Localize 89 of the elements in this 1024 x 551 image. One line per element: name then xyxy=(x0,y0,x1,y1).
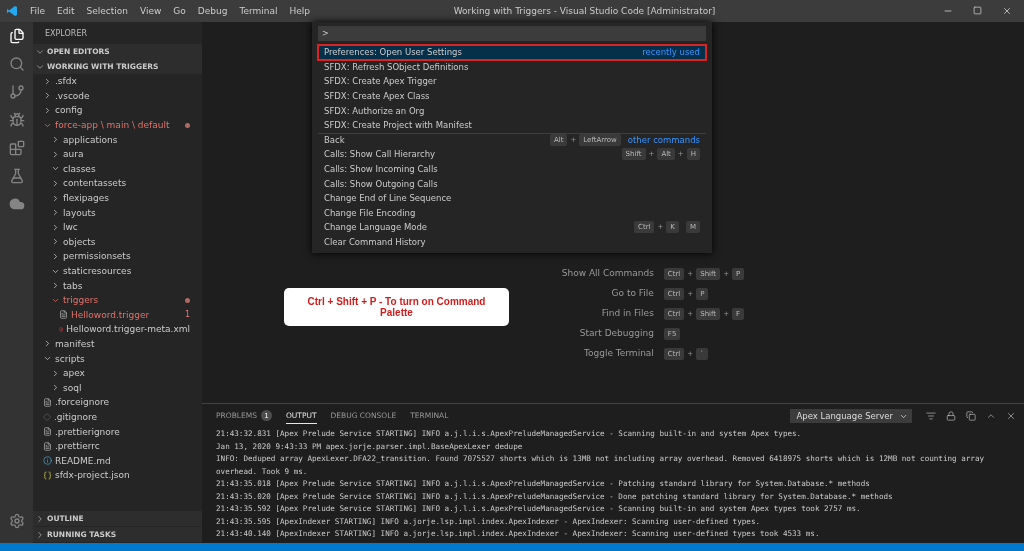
explorer-entry[interactable]: .prettierrc xyxy=(33,438,202,454)
explorer-folder[interactable]: objects xyxy=(33,234,202,250)
explorer-folder[interactable]: triggers xyxy=(33,292,202,308)
file-lines-icon xyxy=(59,310,68,320)
menu-item[interactable]: Edit xyxy=(51,6,81,16)
restore-icon[interactable] xyxy=(973,6,982,15)
command-item[interactable]: Clear Command History xyxy=(318,234,706,250)
settings-icon[interactable] xyxy=(8,513,25,529)
explorer-folder[interactable]: aura xyxy=(33,146,202,162)
menu-item[interactable]: Help xyxy=(283,6,316,16)
explorer-folder[interactable]: apex xyxy=(33,365,202,381)
menu-item[interactable]: View xyxy=(134,6,168,16)
explorer-folder[interactable]: lwc xyxy=(33,219,202,235)
explorer-entry[interactable]: README.md xyxy=(33,453,202,469)
explorer-entry[interactable]: .prettierignore xyxy=(33,424,202,439)
explorer-folder[interactable]: layouts xyxy=(33,205,202,220)
flask-icon[interactable] xyxy=(8,168,25,184)
modified-dot xyxy=(185,122,190,128)
explorer-entry[interactable]: .forceignore xyxy=(33,395,202,410)
list-icon[interactable] xyxy=(926,411,936,421)
command-item[interactable]: SFDX: Create Apex Class xyxy=(318,88,706,104)
shortcut-label: Find in Files xyxy=(600,308,654,320)
command-item[interactable]: SFDX: Authorize an Org xyxy=(318,103,706,118)
explorer-folder[interactable]: flexipages xyxy=(33,190,202,206)
explorer-folder[interactable]: contentassets xyxy=(33,176,202,191)
explorer-folder[interactable]: force-app \ main \ default xyxy=(33,117,202,133)
window-title: Working with Triggers - Visual Studio Code [Administrator] xyxy=(452,6,717,16)
bug-icon[interactable] xyxy=(8,112,25,128)
callout-note: Ctrl + Shift + P - To turn on Command Palette xyxy=(284,288,509,326)
explorer-folder[interactable]: .sfdx xyxy=(33,74,202,89)
branch-icon[interactable] xyxy=(8,84,25,100)
braces-icon xyxy=(43,470,52,480)
explorer-folder[interactable]: staticresources xyxy=(33,263,202,279)
explorer-folder[interactable]: scripts xyxy=(33,351,202,366)
problem-count: 1 xyxy=(184,310,190,320)
files-icon[interactable] xyxy=(8,28,25,44)
chevron-right-icon xyxy=(51,281,60,291)
command-item[interactable]: Calls: Show Outgoing Calls xyxy=(318,176,706,191)
command-item[interactable]: Change End of Line Sequence xyxy=(318,190,706,206)
command-item[interactable]: SFDX: Refresh SObject Definitions xyxy=(318,59,706,75)
channel-select[interactable]: Apex Language Server xyxy=(790,409,912,423)
explorer-folder[interactable]: .vscode xyxy=(33,88,202,104)
close-icon[interactable] xyxy=(1002,6,1012,16)
explorer-folder[interactable]: soql xyxy=(33,380,202,396)
menu-item[interactable]: Selection xyxy=(80,6,134,16)
menu-item[interactable]: Terminal xyxy=(233,6,284,16)
info-icon xyxy=(43,456,52,466)
sidebar-title: EXPLORER xyxy=(44,27,88,40)
chevron-right-icon xyxy=(35,513,45,524)
command-item[interactable]: Calls: Show Incoming Calls xyxy=(318,161,706,177)
explorer-entry[interactable]: Helloword.trigger 1 xyxy=(33,307,202,323)
explorer-folder[interactable]: manifest xyxy=(33,336,202,352)
modified-dot xyxy=(185,297,190,303)
search-icon[interactable] xyxy=(8,56,25,72)
explorer-folder[interactable]: permissionsets xyxy=(33,249,202,264)
explorer-folder[interactable]: classes xyxy=(33,161,202,177)
explorer-entry[interactable]: Helloword.trigger-meta.xml xyxy=(33,322,202,337)
command-input[interactable]: > xyxy=(318,26,706,41)
chevron-right-icon xyxy=(35,529,45,540)
explorer-folder[interactable]: tabs xyxy=(33,278,202,293)
cloud-icon[interactable] xyxy=(8,196,25,212)
command-item[interactable]: Preferences: Open User Settings recently used xyxy=(318,45,706,60)
lock-icon[interactable] xyxy=(946,411,956,421)
explorer-folder[interactable]: config xyxy=(33,103,202,118)
code-file-icon xyxy=(59,324,64,334)
command-hint: recently used xyxy=(642,47,700,58)
explorer-entry[interactable]: sfdx-project.json xyxy=(33,468,202,483)
command-item[interactable]: SFDX: Create Apex Trigger xyxy=(318,74,706,89)
extensions-icon[interactable] xyxy=(8,140,25,156)
close-panel-icon[interactable] xyxy=(1006,411,1016,421)
copy-icon[interactable] xyxy=(966,411,976,421)
command-hint: other commands xyxy=(627,135,700,146)
file-lines-icon xyxy=(43,397,52,407)
app-logo-icon xyxy=(6,5,18,17)
explorer-entry[interactable]: .gitignore xyxy=(33,409,202,425)
command-item[interactable]: SFDX: Create Project with Manifest xyxy=(318,117,706,133)
explorer-folder[interactable]: applications xyxy=(33,132,202,147)
command-item[interactable]: Change File Encoding xyxy=(318,205,706,221)
menu-item[interactable]: Go xyxy=(167,6,192,16)
shortcut-label: Go to File xyxy=(610,288,654,300)
menu-item[interactable]: File xyxy=(24,6,52,16)
shortcut-label: Show All Commands xyxy=(561,268,654,280)
file-lines-icon xyxy=(43,427,52,437)
shortcut-label: Toggle Terminal xyxy=(583,348,654,360)
menu-item[interactable]: Debug xyxy=(191,6,234,16)
chevron-right-icon xyxy=(43,339,52,349)
file-lines-icon xyxy=(43,441,52,451)
diamond-icon xyxy=(43,412,51,421)
shortcut-label: Start Debugging xyxy=(578,328,654,340)
